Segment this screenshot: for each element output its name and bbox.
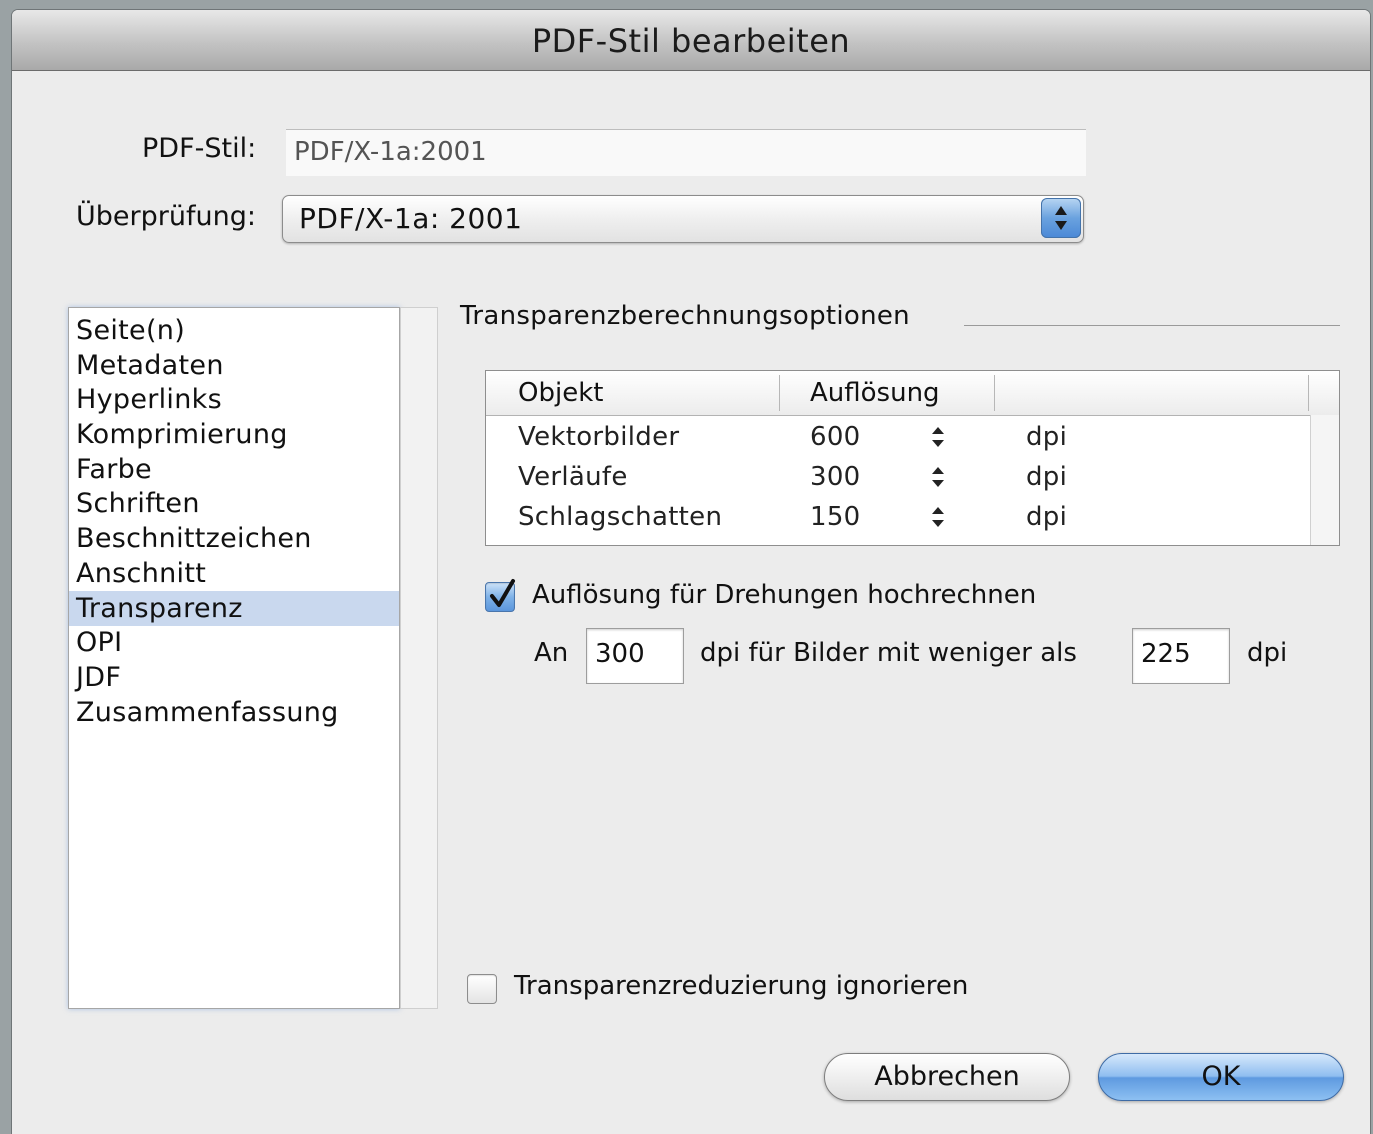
- dialog-content: PDF-Stil: PDF/X-1a:2001 Überprüfung: PDF…: [12, 71, 1370, 1134]
- sidebar-item-zusammenfassung[interactable]: Zusammenfassung: [69, 695, 399, 730]
- stepper-arrows-icon[interactable]: [930, 506, 946, 528]
- row-resolution-value[interactable]: 300: [810, 457, 861, 497]
- row-resolution-value[interactable]: 150: [810, 497, 861, 537]
- threshold-dpi-value: 225: [1141, 639, 1191, 669]
- row-unit-label: dpi: [1026, 462, 1068, 492]
- stepper-arrows-icon[interactable]: [930, 426, 946, 448]
- sidebar-item-schriften[interactable]: Schriften: [69, 486, 399, 521]
- ignore-flattener-checkbox[interactable]: [467, 974, 497, 1004]
- ignore-flattener-label[interactable]: Transparenzreduzierung ignorieren: [514, 971, 968, 1001]
- upsample-label[interactable]: Auflösung für Drehungen hochrechnen: [532, 580, 1036, 610]
- category-list: Seite(n) Metadaten Hyperlinks Komprimier…: [68, 307, 400, 1009]
- row-unit-label: dpi: [1026, 502, 1068, 532]
- an-label: An: [534, 638, 569, 668]
- sidebar-item-beschnittzeichen[interactable]: Beschnittzeichen: [69, 521, 399, 556]
- resolution-table: Objekt Auflösung Vektorbilder 600 dpi Ve…: [485, 370, 1340, 546]
- sidebar-item-farbe[interactable]: Farbe: [69, 452, 399, 487]
- dialog-window: PDF-Stil bearbeiten PDF-Stil: PDF/X-1a:2…: [12, 10, 1370, 1134]
- sidebar-item-hyperlinks[interactable]: Hyperlinks: [69, 382, 399, 417]
- column-header-objekt[interactable]: Objekt: [518, 371, 603, 415]
- table-row[interactable]: Verläufe 300 dpi: [486, 457, 1310, 497]
- sidebar-item-komprimierung[interactable]: Komprimierung: [69, 417, 399, 452]
- window-title: PDF-Stil bearbeiten: [531, 22, 851, 60]
- threshold-dpi-input[interactable]: 225: [1132, 628, 1230, 684]
- group-divider: [964, 325, 1340, 326]
- threshold-unit-label: dpi: [1247, 638, 1288, 668]
- row-unit-label: dpi: [1026, 422, 1068, 452]
- dpi-threshold-text: dpi für Bilder mit weniger als: [700, 638, 1077, 668]
- ok-button[interactable]: OK: [1098, 1053, 1344, 1101]
- row-object-label: Verläufe: [518, 462, 628, 492]
- sidebar-item-metadaten[interactable]: Metadaten: [69, 348, 399, 383]
- table-row[interactable]: Schlagschatten 150 dpi: [486, 497, 1310, 537]
- column-separator: [779, 375, 780, 411]
- popup-arrows-icon[interactable]: [1041, 198, 1081, 238]
- row-object-label: Vektorbilder: [518, 422, 680, 452]
- title-bar[interactable]: PDF-Stil bearbeiten: [12, 10, 1370, 71]
- pdf-stil-name-value: PDF/X-1a:2001: [294, 137, 487, 167]
- row-resolution-value[interactable]: 600: [810, 417, 861, 457]
- sidebar-item-jdf[interactable]: JDF: [69, 660, 399, 695]
- table-row[interactable]: Vektorbilder 600 dpi: [486, 417, 1310, 457]
- column-header-aufloesung[interactable]: Auflösung: [810, 371, 940, 415]
- sidebar-scrollbar[interactable]: [400, 307, 438, 1009]
- column-separator: [994, 375, 995, 411]
- upsample-checkbox[interactable]: [485, 579, 515, 612]
- pdf-stil-name-field[interactable]: PDF/X-1a:2001: [286, 129, 1086, 176]
- target-dpi-input[interactable]: 300: [586, 628, 684, 684]
- sidebar-item-transparenz[interactable]: Transparenz: [69, 591, 399, 626]
- row-object-label: Schlagschatten: [518, 502, 723, 532]
- pdf-stil-label: PDF-Stil:: [142, 133, 257, 164]
- table-header: Objekt Auflösung: [486, 371, 1339, 416]
- sidebar-item-seiten[interactable]: Seite(n): [69, 313, 399, 348]
- group-title: Transparenzberechnungsoptionen: [460, 301, 910, 331]
- column-separator: [1308, 375, 1309, 411]
- cancel-button[interactable]: Abbrechen: [824, 1053, 1070, 1101]
- ueberpruefung-value: PDF/X-1a: 2001: [299, 202, 523, 235]
- stepper-arrows-icon[interactable]: [930, 466, 946, 488]
- ueberpruefung-label: Überprüfung:: [76, 201, 256, 232]
- checkmark-icon: [490, 579, 515, 607]
- ueberpruefung-select[interactable]: PDF/X-1a: 2001: [282, 195, 1084, 243]
- table-scrollbar[interactable]: [1310, 415, 1339, 545]
- sidebar-item-anschnitt[interactable]: Anschnitt: [69, 556, 399, 591]
- sidebar-item-opi[interactable]: OPI: [69, 625, 399, 660]
- target-dpi-value: 300: [595, 639, 645, 669]
